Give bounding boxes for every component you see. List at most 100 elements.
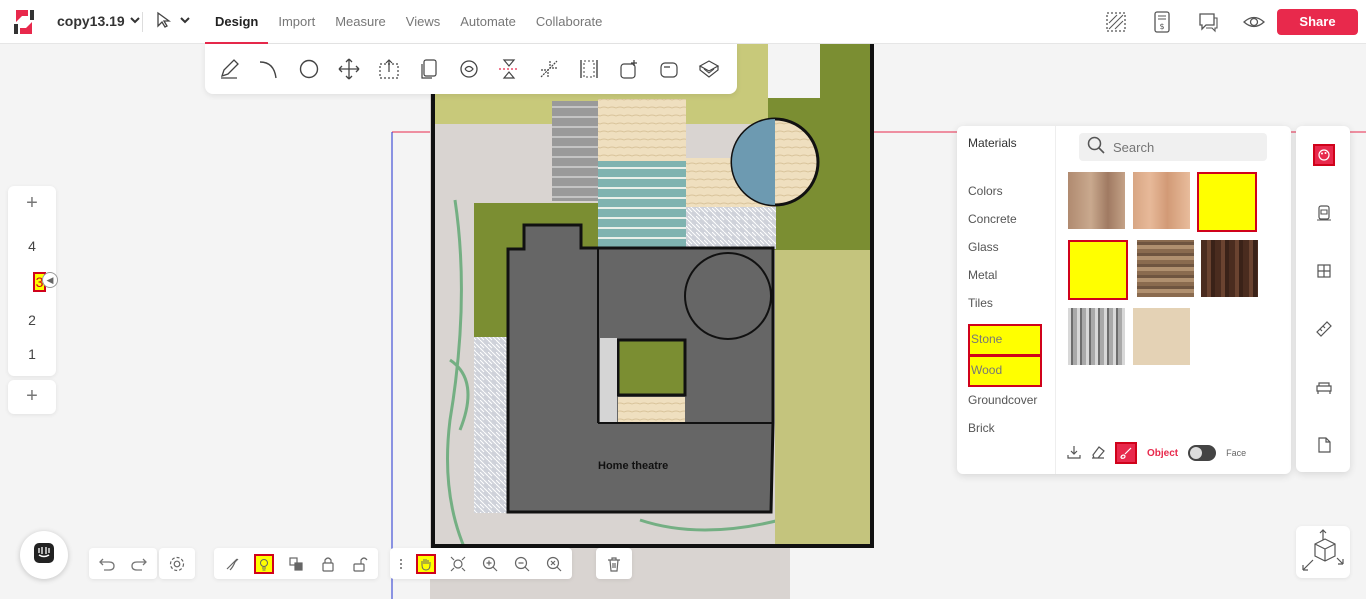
- material-swatch[interactable]: [1137, 240, 1194, 297]
- material-search[interactable]: [1079, 133, 1267, 161]
- door-icon[interactable]: [1313, 202, 1335, 224]
- right-side-panel: [1296, 126, 1350, 472]
- cursor-icon: [155, 11, 173, 34]
- project-name: copy13.19: [57, 13, 125, 29]
- floor-1[interactable]: 1: [8, 346, 56, 362]
- category-brick[interactable]: Brick: [968, 421, 1042, 449]
- tab-design[interactable]: Design: [205, 0, 269, 45]
- material-swatch[interactable]: [1068, 308, 1125, 365]
- material-swatch[interactable]: [1068, 172, 1125, 229]
- material-categories: Colors Concrete Glass Metal Tiles Stone …: [968, 184, 1042, 449]
- download-icon[interactable]: [1067, 445, 1081, 462]
- ruler-icon[interactable]: [1313, 318, 1335, 340]
- document-icon[interactable]: [1313, 434, 1335, 456]
- floor-4[interactable]: 4: [8, 238, 56, 254]
- 3d-view-button[interactable]: [1296, 526, 1350, 578]
- collapse-floors-icon[interactable]: ◀: [42, 272, 58, 288]
- room-label[interactable]: Home theatre: [598, 460, 668, 472]
- move-icon[interactable]: [337, 57, 361, 81]
- estimate-icon[interactable]: $: [1146, 8, 1178, 36]
- material-swatch-selected[interactable]: [1197, 172, 1257, 232]
- tab-automate[interactable]: Automate: [450, 0, 526, 44]
- split-icon[interactable]: [537, 57, 561, 81]
- more-vertical-icon[interactable]: [398, 554, 404, 574]
- delete-controls: [596, 548, 632, 579]
- eye-icon[interactable]: [1238, 8, 1270, 36]
- materials-icon[interactable]: [1313, 144, 1335, 166]
- zoom-selection-icon[interactable]: [544, 554, 564, 574]
- category-wood[interactable]: Wood: [968, 355, 1042, 387]
- category-colors[interactable]: Colors: [968, 184, 1042, 212]
- undo-icon[interactable]: [97, 554, 117, 574]
- project-name-dropdown[interactable]: copy13.19: [57, 13, 141, 29]
- add-floor-below-button[interactable]: +: [8, 380, 56, 414]
- material-swatch[interactable]: [1201, 240, 1258, 297]
- object-face-toggle[interactable]: [1188, 445, 1217, 461]
- extrude-icon[interactable]: [697, 57, 721, 81]
- chat-button[interactable]: [20, 531, 68, 579]
- tab-import[interactable]: Import: [268, 0, 325, 44]
- layers-icon[interactable]: [286, 554, 306, 574]
- zoom-fit-icon[interactable]: [448, 554, 468, 574]
- gear-icon[interactable]: [167, 554, 187, 574]
- visibility-controls: [214, 548, 378, 579]
- chevron-down-icon: [179, 13, 191, 31]
- select-tool-dropdown[interactable]: [155, 11, 195, 34]
- category-concrete[interactable]: Concrete: [968, 212, 1042, 240]
- divider: [1055, 126, 1056, 474]
- add-shape-icon[interactable]: [617, 57, 641, 81]
- material-swatch-selected[interactable]: [1068, 240, 1128, 300]
- hand-pan-icon[interactable]: [416, 553, 436, 574]
- redo-icon[interactable]: [129, 554, 149, 574]
- cube-3d-icon: [1301, 528, 1345, 577]
- arc-icon[interactable]: [257, 57, 281, 81]
- hide-icon[interactable]: [222, 554, 242, 574]
- lock-icon[interactable]: [318, 554, 338, 574]
- tab-measure[interactable]: Measure: [325, 0, 396, 44]
- main-tabs: Design Import Measure Views Automate Col…: [205, 0, 613, 45]
- pencil-icon[interactable]: [217, 57, 241, 81]
- object-mode-label[interactable]: Object: [1147, 448, 1178, 459]
- draw-toolbar: [205, 44, 737, 94]
- app-logo[interactable]: [12, 8, 36, 36]
- comment-icon[interactable]: [1192, 8, 1224, 36]
- paint-brush-icon[interactable]: [1115, 442, 1137, 464]
- history-controls: [89, 548, 157, 579]
- svg-text:$: $: [1159, 22, 1164, 31]
- material-swatch[interactable]: [1133, 172, 1190, 229]
- share-button[interactable]: Share: [1277, 9, 1358, 35]
- eraser-icon[interactable]: [1091, 445, 1105, 462]
- search-input[interactable]: [1113, 139, 1263, 155]
- floor-2[interactable]: 2: [8, 312, 56, 328]
- navigation-controls: [390, 548, 572, 579]
- rotate-icon[interactable]: [457, 57, 481, 81]
- window-icon[interactable]: [1313, 260, 1335, 282]
- search-icon: [1087, 136, 1105, 159]
- tab-views[interactable]: Views: [396, 0, 450, 44]
- circle-icon[interactable]: [297, 57, 321, 81]
- subtract-shape-icon[interactable]: [657, 57, 681, 81]
- tab-collaborate[interactable]: Collaborate: [526, 0, 613, 44]
- zoom-out-icon[interactable]: [512, 554, 532, 574]
- category-glass[interactable]: Glass: [968, 240, 1042, 268]
- select-box-icon[interactable]: [377, 57, 401, 81]
- unlock-icon[interactable]: [350, 554, 370, 574]
- align-icon[interactable]: [577, 57, 601, 81]
- trash-icon[interactable]: [604, 554, 624, 574]
- add-floor-above-button[interactable]: +: [8, 192, 56, 215]
- materials-panel: Materials Colors Concrete Glass Metal Ti…: [957, 126, 1291, 474]
- category-stone[interactable]: Stone: [968, 324, 1042, 356]
- furniture-icon[interactable]: [1313, 376, 1335, 398]
- mirror-icon[interactable]: [497, 57, 521, 81]
- material-swatch[interactable]: [1133, 308, 1190, 365]
- category-metal[interactable]: Metal: [968, 268, 1042, 296]
- copy-icon[interactable]: [417, 57, 441, 81]
- top-bar: copy13.19 Design Import Measure Views Au…: [0, 0, 1366, 45]
- divider: [142, 12, 143, 32]
- lightbulb-icon[interactable]: [254, 553, 274, 574]
- zoom-in-icon[interactable]: [480, 554, 500, 574]
- hatch-area-icon[interactable]: [1100, 8, 1132, 36]
- face-mode-label[interactable]: Face: [1226, 448, 1246, 458]
- category-tiles[interactable]: Tiles: [968, 296, 1042, 324]
- category-groundcover[interactable]: Groundcover: [968, 393, 1042, 421]
